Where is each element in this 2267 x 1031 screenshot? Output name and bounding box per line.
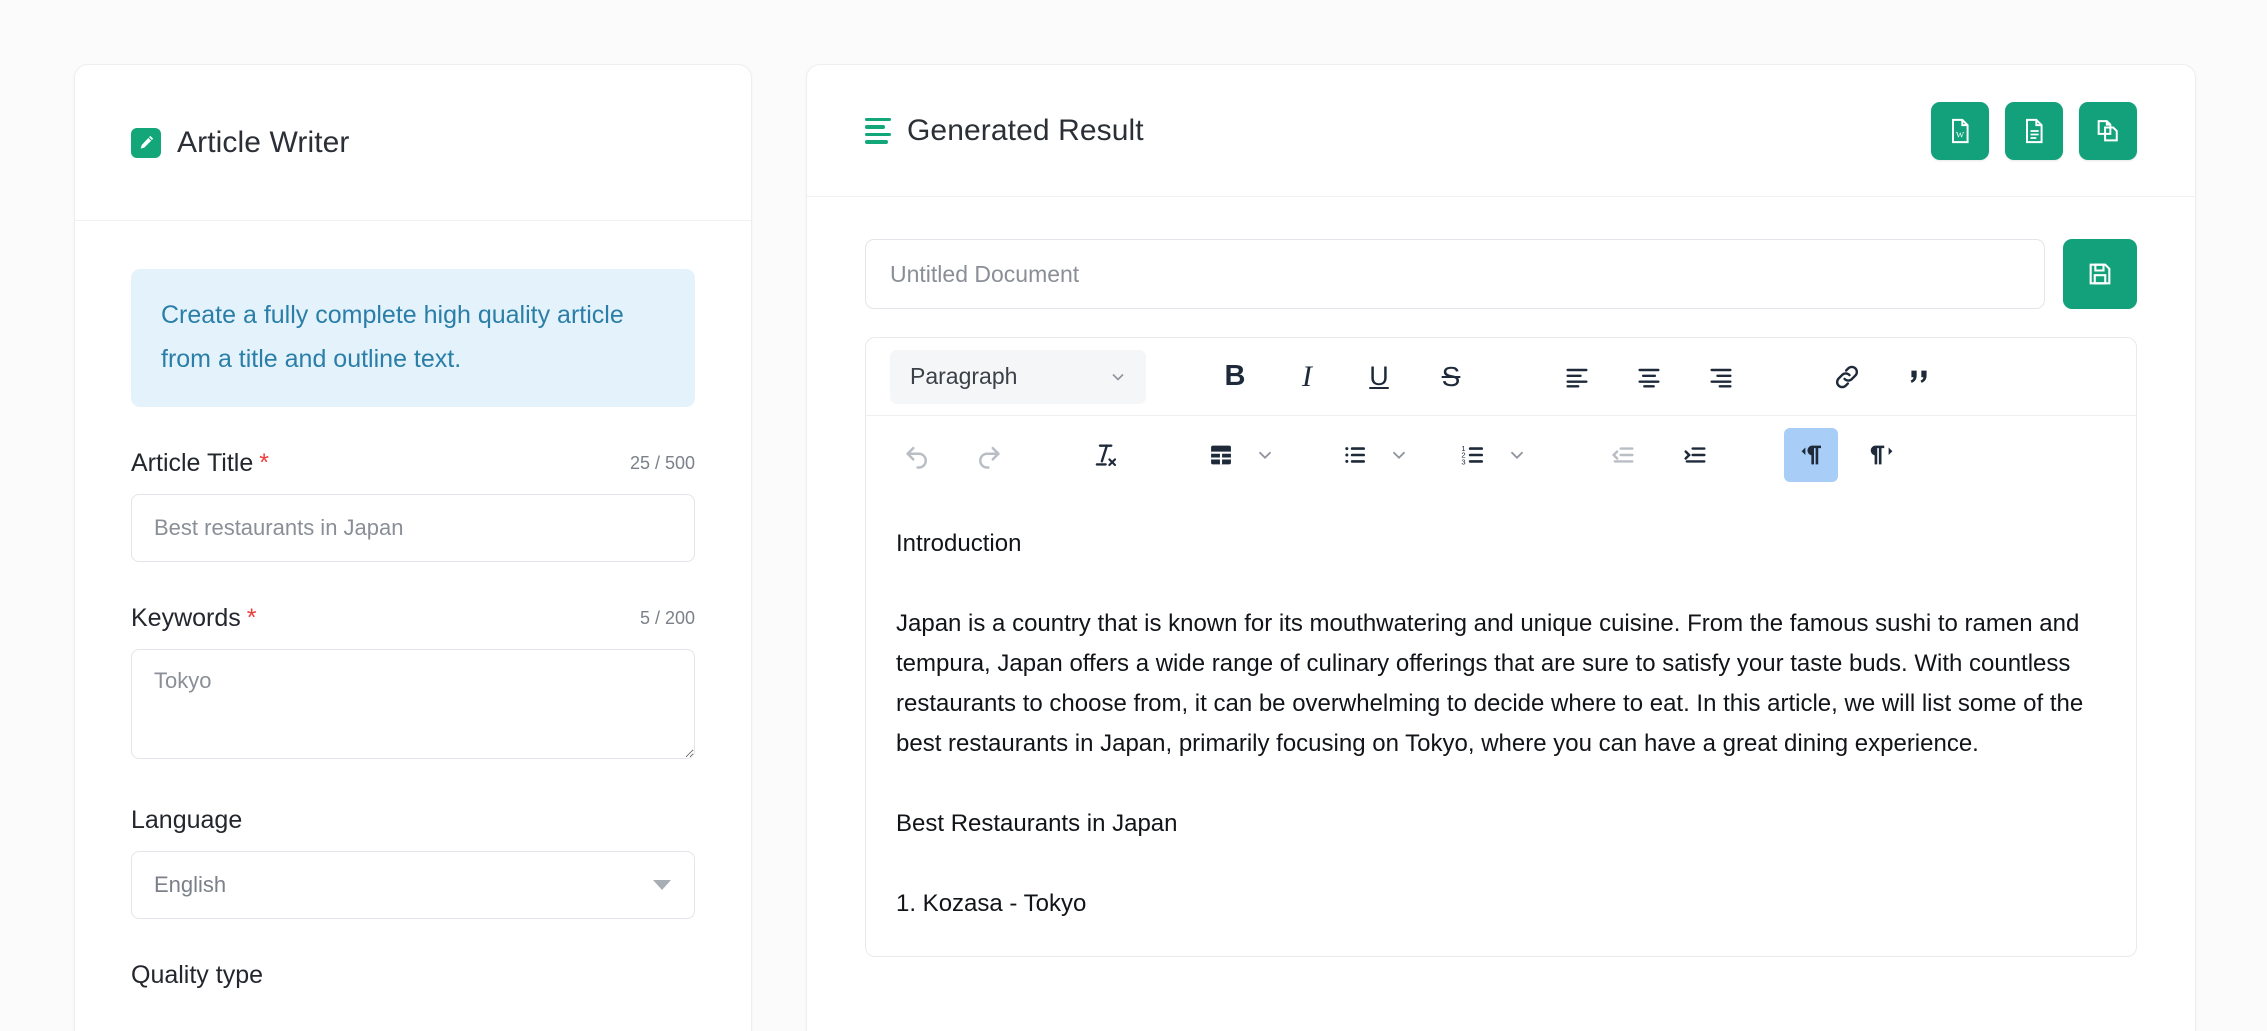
field-quality-type: Quality type: [131, 961, 695, 990]
redo-arrow-icon: [974, 440, 1004, 470]
indent-icon: [1681, 441, 1709, 469]
chevron-down-icon: [1506, 444, 1528, 466]
article-title-counter: 25 / 500: [630, 453, 695, 478]
outdent-button[interactable]: [1596, 428, 1650, 482]
align-center-button[interactable]: [1622, 350, 1676, 404]
info-banner: Create a fully complete high quality art…: [131, 269, 695, 407]
indent-button[interactable]: [1668, 428, 1722, 482]
bullet-list-icon: [1341, 441, 1369, 469]
underline-button[interactable]: U: [1352, 350, 1406, 404]
language-select[interactable]: English: [131, 851, 695, 919]
page-title: Article Writer: [177, 126, 350, 160]
left-panel-title-group: Article Writer: [131, 126, 350, 160]
table-icon: [1207, 441, 1235, 469]
align-right-button[interactable]: [1694, 350, 1748, 404]
paragraph-ltr-icon: [1796, 440, 1826, 470]
strikethrough-button[interactable]: S: [1424, 350, 1478, 404]
bold-button[interactable]: B: [1208, 350, 1262, 404]
left-panel-header: Article Writer: [75, 65, 751, 221]
clear-format-button[interactable]: [1078, 428, 1132, 482]
generated-result-title: Generated Result: [907, 114, 1144, 148]
ltr-direction-button[interactable]: [1784, 428, 1838, 482]
svg-text:W: W: [1956, 129, 1965, 139]
document-block: Introduction: [896, 524, 2106, 564]
blockquote-button[interactable]: [1892, 350, 1946, 404]
document-block: Japan is a country that is known for its…: [896, 604, 2106, 764]
numbered-list-button[interactable]: 1 2 3: [1446, 428, 1500, 482]
export-word-button[interactable]: W: [1931, 102, 1989, 160]
bold-icon: B: [1225, 362, 1246, 391]
generated-result-panel: Generated Result W: [806, 64, 2196, 1031]
table-options-chevron[interactable]: [1248, 428, 1282, 482]
keywords-textarea[interactable]: [131, 649, 695, 759]
svg-text:3: 3: [1461, 457, 1465, 466]
text-lines-icon: [865, 118, 891, 144]
save-document-button[interactable]: [2063, 239, 2137, 309]
field-keywords-header: Keywords* 5 / 200: [131, 604, 695, 633]
right-panel-title-group: Generated Result: [865, 114, 1144, 148]
pencil-square-icon: [131, 128, 161, 158]
keywords-counter: 5 / 200: [640, 608, 695, 633]
rich-text-editor: Paragraph B I U: [865, 337, 2137, 957]
export-document-button[interactable]: [2005, 102, 2063, 160]
strikethrough-icon: S: [1442, 363, 1461, 391]
keywords-label: Keywords*: [131, 604, 257, 633]
article-writer-panel: Article Writer Create a fully complete h…: [74, 64, 752, 1031]
language-label: Language: [131, 806, 242, 835]
field-quality-type-header: Quality type: [131, 961, 695, 990]
underline-icon: U: [1369, 363, 1389, 390]
align-right-icon: [1707, 363, 1735, 391]
language-select-value: English: [154, 872, 226, 898]
redo-button[interactable]: [962, 428, 1016, 482]
outdent-icon: [1609, 441, 1637, 469]
required-marker: *: [259, 449, 269, 477]
copy-button[interactable]: [2079, 102, 2137, 160]
article-title-label: Article Title*: [131, 449, 269, 478]
block-style-value: Paragraph: [910, 363, 1017, 390]
align-center-icon: [1635, 363, 1663, 391]
field-language-header: Language: [131, 806, 695, 835]
align-left-icon: [1563, 363, 1591, 391]
field-language: Language English: [131, 806, 695, 919]
undo-arrow-icon: [902, 440, 932, 470]
link-icon: [1832, 362, 1862, 392]
right-panel-header: Generated Result W: [807, 65, 2195, 197]
field-keywords: Keywords* 5 / 200: [131, 604, 695, 764]
italic-icon: I: [1302, 362, 1312, 392]
editor-toolbar-row-2: 1 2 3: [866, 416, 2136, 494]
editor-toolbar-row-1: Paragraph B I U: [866, 338, 2136, 416]
required-marker: *: [247, 604, 257, 632]
chevron-down-icon: [1388, 444, 1410, 466]
field-article-title-header: Article Title* 25 / 500: [131, 449, 695, 478]
field-article-title: Article Title* 25 / 500: [131, 449, 695, 562]
chevron-down-icon: [1254, 444, 1276, 466]
insert-table-button[interactable]: [1194, 428, 1248, 482]
paragraph-rtl-icon: [1868, 440, 1898, 470]
quality-type-label: Quality type: [131, 961, 263, 990]
rtl-direction-button[interactable]: [1856, 428, 1910, 482]
app-root: Article Writer Create a fully complete h…: [0, 0, 2267, 1031]
clear-format-icon: [1090, 440, 1120, 470]
document-title-row: [865, 239, 2137, 309]
document-block: Best Restaurants in Japan: [896, 804, 2106, 844]
document-title-input[interactable]: [865, 239, 2045, 309]
italic-button[interactable]: I: [1280, 350, 1334, 404]
block-style-select[interactable]: Paragraph: [890, 350, 1146, 404]
document-block: 1. Kozasa - Tokyo: [896, 884, 2106, 924]
numbered-list-icon: 1 2 3: [1459, 441, 1487, 469]
align-left-button[interactable]: [1550, 350, 1604, 404]
generated-result-body: Paragraph B I U: [807, 197, 2195, 957]
document-content[interactable]: Introduction Japan is a country that is …: [866, 494, 2136, 924]
quote-icon: [1905, 363, 1933, 391]
bullet-list-chevron[interactable]: [1382, 428, 1416, 482]
chevron-down-icon: [1108, 367, 1128, 387]
language-select-wrap: English: [131, 851, 695, 919]
export-actions: W: [1931, 102, 2137, 160]
link-button[interactable]: [1820, 350, 1874, 404]
numbered-list-chevron[interactable]: [1500, 428, 1534, 482]
article-writer-form: Create a fully complete high quality art…: [75, 221, 751, 990]
bullet-list-button[interactable]: [1328, 428, 1382, 482]
article-title-input[interactable]: [131, 494, 695, 562]
undo-button[interactable]: [890, 428, 944, 482]
